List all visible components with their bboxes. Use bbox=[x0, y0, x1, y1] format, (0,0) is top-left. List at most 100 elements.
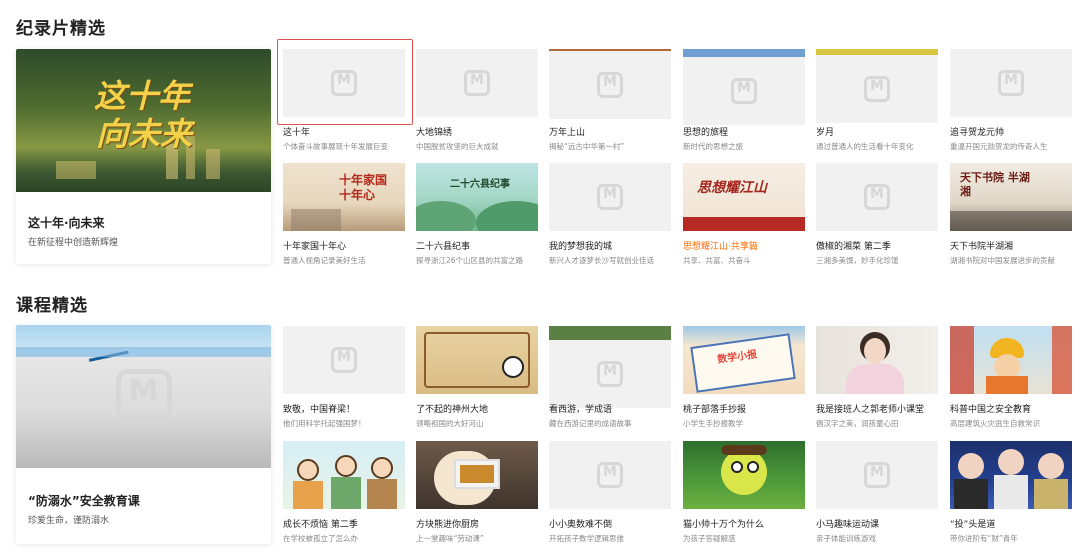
card-thumbnail bbox=[683, 441, 805, 509]
card-desc: 共享、共富、共奋斗 bbox=[683, 256, 751, 265]
card-16[interactable]: 我是接班人之郭老师小课堂 倡汉字之美，润孩童心田 bbox=[816, 326, 938, 428]
card-thumbnail bbox=[416, 49, 538, 117]
card-thumbnail bbox=[416, 441, 538, 509]
card-desc: 新兴人才逐梦长沙写就创业佳话 bbox=[549, 256, 654, 265]
card-14[interactable]: 看西游，学成语 藏在西游记里的成语故事 bbox=[549, 326, 671, 428]
mgtv-logo-icon bbox=[115, 368, 172, 425]
card-desc: 带你进阶有“财”青年 bbox=[950, 534, 1018, 543]
card-11[interactable]: 天下书院 半湖湘 天下书院半湖湘 湖湘书院对中国发展进步的贡献 bbox=[950, 163, 1072, 265]
card-desc: 个体奋斗故事展现十年发展巨变 bbox=[283, 142, 388, 151]
card-4[interactable]: 岁月 通过普通人的生活看十年变化 bbox=[816, 49, 938, 151]
mgtv-logo-icon bbox=[597, 462, 623, 488]
card-19[interactable]: 方块熊进你厨房 上一堂趣味“劳动课” bbox=[416, 441, 538, 543]
feature-title: “防溺水”安全教育课 bbox=[28, 494, 140, 508]
card-thumbnail bbox=[416, 326, 538, 394]
card-title: 二十六县纪事 bbox=[416, 242, 471, 252]
card-title: 思想耀江山·共享篇 bbox=[683, 242, 758, 252]
card-15[interactable]: 数学小报 桃子部落手抄报 小学生手抄报教学 bbox=[683, 326, 805, 428]
card-title: 猫小帅十万个为什么 bbox=[683, 520, 765, 530]
feature-title: 这十年·向未来 bbox=[28, 216, 105, 230]
card-thumbnail bbox=[549, 49, 671, 119]
card-title: 科普中国之安全教育 bbox=[950, 405, 1032, 415]
card-desc: 领略祖国的大好河山 bbox=[416, 419, 484, 428]
card-thumbnail bbox=[283, 326, 405, 394]
card-desc: 为孩子答疑解惑 bbox=[683, 534, 736, 543]
card-23[interactable]: “投”头是道 带你进阶有“财”青年 bbox=[950, 441, 1072, 543]
mgtv-logo-icon bbox=[998, 70, 1024, 96]
card-desc: 探寻浙江26个山区县的共富之路 bbox=[416, 256, 524, 265]
card-17[interactable]: 科普中国之安全教育 高层建筑火灾逃生自救常识 bbox=[950, 326, 1072, 428]
card-title: 看西游，学成语 bbox=[549, 405, 613, 415]
card-20[interactable]: 小小奥数难不倒 开拓孩子数学逻辑思维 bbox=[549, 441, 671, 543]
mgtv-logo-icon bbox=[597, 184, 623, 210]
card-desc: 亲子体能训练游戏 bbox=[816, 534, 876, 543]
thumb-title-text: 十年家国 十年心 bbox=[339, 173, 388, 202]
card-title: 大地锦绣 bbox=[416, 128, 453, 138]
card-title: 思想的旅程 bbox=[683, 128, 729, 138]
card-thumbnail bbox=[950, 326, 1072, 394]
card-desc: 通过普通人的生活看十年变化 bbox=[816, 142, 914, 151]
card-title: “投”头是道 bbox=[950, 520, 996, 530]
card-desc: 中国脱贫攻坚的巨大成就 bbox=[416, 142, 499, 151]
card-title: 天下书院半湖湘 bbox=[950, 242, 1014, 252]
mgtv-logo-icon bbox=[731, 78, 757, 104]
card-thumbnail: 思想耀江山 bbox=[683, 163, 805, 231]
mgtv-logo-icon bbox=[864, 76, 890, 102]
card-thumbnail bbox=[950, 441, 1072, 509]
card-thumbnail bbox=[816, 441, 938, 509]
card-7[interactable]: 二十六县纪事 二十六县纪事 探寻浙江26个山区县的共富之路 bbox=[416, 163, 538, 265]
card-thumbnail: 二十六县纪事 bbox=[416, 163, 538, 231]
card-title: 十年家国十年心 bbox=[283, 242, 347, 252]
feature-poster: 这十年 向未来 bbox=[16, 49, 271, 192]
mgtv-logo-icon bbox=[331, 347, 357, 373]
card-title: 我的梦想我的城 bbox=[549, 242, 613, 252]
card-12[interactable]: 致敬，中国脊梁！ 他们用科学托起强国梦！ bbox=[283, 326, 405, 428]
card-desc: 三湘多美馔，妙手化珍馐 bbox=[816, 256, 899, 265]
thumb-title-text: 天下书院 半湖湘 bbox=[960, 171, 1030, 198]
card-thumbnail bbox=[549, 441, 671, 509]
hover-selection-outline bbox=[277, 39, 413, 125]
thumb-title-text: 二十六县纪事 bbox=[450, 179, 510, 190]
feature-card-documentary[interactable]: 这十年 向未来 这十年·向未来 在新征程中创造新辉煌 bbox=[16, 49, 271, 264]
card-thumbnail bbox=[816, 49, 938, 123]
card-title: 桃子部落手抄报 bbox=[683, 405, 747, 415]
card-title: 万年上山 bbox=[549, 128, 586, 138]
card-desc: 他们用科学托起强国梦！ bbox=[283, 419, 366, 428]
card-title: 方块熊进你厨房 bbox=[416, 520, 480, 530]
card-thumbnail: 十年家国 十年心 bbox=[283, 163, 405, 231]
card-1[interactable]: 大地锦绣 中国脱贫攻坚的巨大成就 bbox=[416, 49, 538, 151]
card-5[interactable]: 追寻贺龙元帅 重温开国元勋贺龙的传奇人生 bbox=[950, 49, 1072, 151]
card-10[interactable]: 傲椒的湘菜 第二季 三湘多美馔，妙手化珍馐 bbox=[816, 163, 938, 265]
card-thumbnail bbox=[950, 49, 1072, 117]
mgtv-logo-icon bbox=[464, 70, 490, 96]
card-desc: 小学生手抄报教学 bbox=[683, 419, 743, 428]
card-desc: 高层建筑火灾逃生自救常识 bbox=[950, 419, 1040, 428]
card-desc: 湖湘书院对中国发展进步的贡献 bbox=[950, 256, 1055, 265]
card-title: 这十年 bbox=[283, 128, 311, 138]
card-title: 傲椒的湘菜 第二季 bbox=[816, 242, 891, 252]
card-title: 追寻贺龙元帅 bbox=[950, 128, 1005, 138]
card-desc: 开拓孩子数学逻辑思维 bbox=[549, 534, 624, 543]
card-8[interactable]: 我的梦想我的城 新兴人才逐梦长沙写就创业佳话 bbox=[549, 163, 671, 265]
card-thumbnail: 数学小报 bbox=[683, 326, 805, 394]
card-13[interactable]: 了不起的神州大地 领略祖国的大好河山 bbox=[416, 326, 538, 428]
feature-poster bbox=[16, 325, 271, 468]
card-thumbnail bbox=[816, 326, 938, 394]
card-22[interactable]: 小马趣味运动课 亲子体能训练游戏 bbox=[816, 441, 938, 543]
card-18[interactable]: 成长不烦恼 第二季 在学校被孤立了怎么办 bbox=[283, 441, 405, 543]
card-desc: 重温开国元勋贺龙的传奇人生 bbox=[950, 142, 1048, 151]
card-title: 我是接班人之郭老师小课堂 bbox=[816, 405, 925, 415]
card-3[interactable]: 思想的旅程 新时代的思想之旅 bbox=[683, 49, 805, 151]
card-2[interactable]: 万年上山 揭秘“远古中华第一村” bbox=[549, 49, 671, 151]
card-thumbnail bbox=[549, 163, 671, 231]
card-desc: 普通人视角记录美好生活 bbox=[283, 256, 366, 265]
feature-card-courses[interactable]: “防溺水”安全教育课 珍爱生命，谨防溺水 bbox=[16, 325, 271, 544]
card-desc: 倡汉字之美，润孩童心田 bbox=[816, 419, 899, 428]
section-title-courses: 课程精选 bbox=[16, 296, 88, 316]
card-title: 小小奥数难不倒 bbox=[549, 520, 613, 530]
card-9[interactable]: 思想耀江山 思想耀江山·共享篇 共享、共富、共奋斗 bbox=[683, 163, 805, 265]
section-title-documentary: 纪录片精选 bbox=[16, 19, 106, 39]
card-21[interactable]: 猫小帅十万个为什么 为孩子答疑解惑 bbox=[683, 441, 805, 543]
card-desc: 藏在西游记里的成语故事 bbox=[549, 419, 632, 428]
card-6[interactable]: 十年家国 十年心 十年家国十年心 普通人视角记录美好生活 bbox=[283, 163, 405, 265]
